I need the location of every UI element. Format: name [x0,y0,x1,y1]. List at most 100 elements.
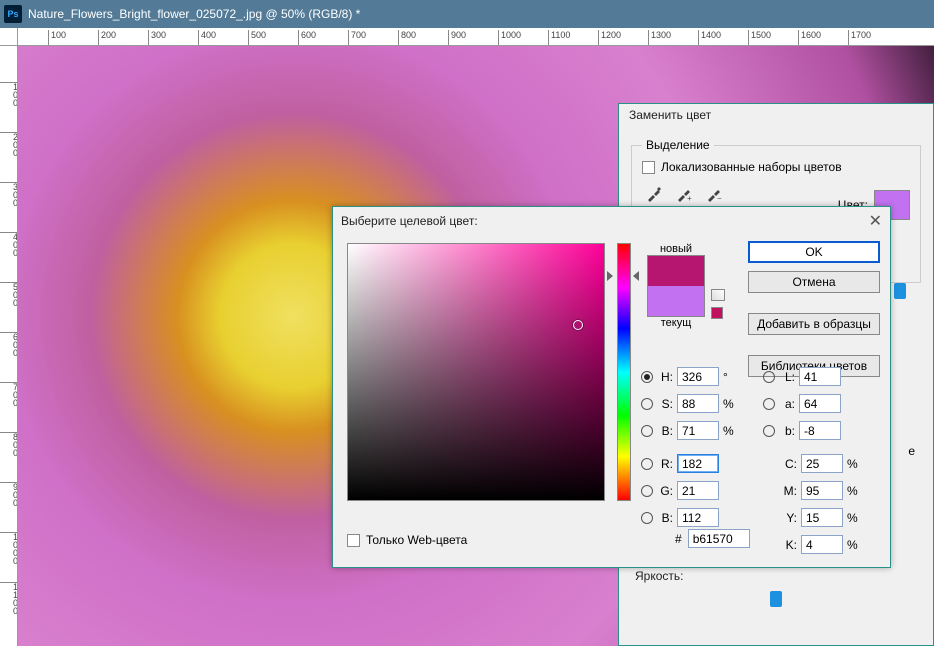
gamut-cube-icon[interactable] [711,289,725,301]
ok-button[interactable]: OK [748,241,880,263]
ruler-tick: 1100 [0,582,18,615]
ruler-tick: 500 [0,282,18,307]
ruler-tick: 700 [0,382,18,407]
input-r[interactable] [677,454,719,473]
hue-arrow-left-icon [607,271,613,281]
brightness-slider-handle[interactable] [770,591,782,607]
radio-b[interactable] [641,425,653,437]
hue-slider[interactable] [617,243,631,501]
close-icon[interactable]: ✕ [869,211,882,231]
ruler-corner [0,28,18,46]
color-fields-right: L: a: b: C:% M:% Y:% K:% [763,363,861,558]
input-h[interactable] [677,367,719,386]
svg-text:+: + [687,194,692,202]
eyedropper-plus-icon[interactable]: + [674,184,694,204]
input-g[interactable] [677,481,719,500]
current-color-swatch [648,286,704,316]
ruler-tick: 100 [0,82,18,107]
gradient-cursor[interactable] [573,320,583,330]
label-a: a: [779,397,795,411]
radio-s[interactable] [641,398,653,410]
unit-c: % [847,457,861,471]
label-r: R: [657,457,673,471]
ruler-tick: 800 [0,432,18,457]
replace-color-title: Заменить цвет [619,104,933,126]
color-preview-swatch [647,255,705,317]
ruler-tick: 1100 [548,30,570,46]
add-to-swatches-button[interactable]: Добавить в образцы [748,313,880,335]
input-b[interactable] [677,421,719,440]
ruler-tick: 1200 [598,30,621,46]
color-gradient-field[interactable] [347,243,605,501]
input-hex[interactable] [688,529,750,548]
color-fields-left: H:° S:% B:% R: G: B: [641,363,737,531]
color-picker-title: Выберите целевой цвет: [341,214,478,228]
input-c[interactable] [801,454,843,473]
localized-checkbox[interactable] [642,161,655,174]
color-picker-dialog[interactable]: Выберите целевой цвет: ✕ новый текущ OK … [332,206,891,568]
web-only-label: Только Web-цвета [366,533,467,547]
radio-g[interactable] [641,485,653,497]
fuzziness-slider-handle[interactable] [894,283,906,299]
ruler-tick: 1400 [698,30,721,46]
input-m[interactable] [801,481,843,500]
ruler-tick: 600 [298,30,316,46]
label-l: L: [779,370,795,384]
input-l[interactable] [799,367,841,386]
label-m: M: [781,484,797,498]
label-g: G: [657,484,673,498]
radio-h[interactable] [641,371,653,383]
radio-bb[interactable] [641,512,653,524]
selection-legend: Выделение [642,138,714,152]
ruler-tick: 1300 [648,30,671,46]
web-only-checkbox[interactable] [347,534,360,547]
ruler-tick: 1600 [798,30,821,46]
ruler-tick: 1700 [848,30,871,46]
label-bb: B: [657,511,673,525]
ruler-tick: 1000 [498,30,521,46]
document-title: Nature_Flowers_Bright_flower_025072_.jpg… [28,7,360,21]
ruler-tick: 900 [448,30,466,46]
ruler-tick: 400 [0,232,18,257]
current-color-label: текущ [645,317,707,329]
unit-m: % [847,484,861,498]
ruler-tick: 200 [0,132,18,157]
input-bb[interactable] [677,508,719,527]
label-s: S: [657,397,673,411]
svg-text:−: − [717,194,722,202]
input-s[interactable] [677,394,719,413]
ruler-tick: 400 [198,30,216,46]
hex-label: # [675,532,682,546]
photoshop-icon: Ps [4,5,22,23]
radio-r[interactable] [641,458,653,470]
new-color-label: новый [645,243,707,255]
radio-b2[interactable] [763,425,775,437]
ruler-tick: 300 [0,182,18,207]
ruler-vertical[interactable]: 10020030040050060070080090010001100 [0,46,18,646]
letter-indicator: e [908,444,915,458]
window-titlebar: Ps Nature_Flowers_Bright_flower_025072_.… [0,0,934,28]
eyedropper-icon[interactable] [644,184,664,204]
input-a[interactable] [799,394,841,413]
brightness-label: Яркость: [635,569,917,583]
eyedropper-minus-icon[interactable]: − [704,184,724,204]
unit-b: % [723,424,737,438]
gamut-swatch-icon[interactable] [711,307,723,319]
label-c: C: [781,457,797,471]
ruler-tick: 1000 [0,532,18,565]
ruler-tick: 1500 [748,30,771,46]
input-y[interactable] [801,508,843,527]
input-k[interactable] [801,535,843,554]
input-b2[interactable] [799,421,841,440]
ruler-tick: 500 [248,30,266,46]
radio-a[interactable] [763,398,775,410]
new-color-swatch [648,256,704,286]
unit-y: % [847,511,861,525]
radio-l[interactable] [763,371,775,383]
ruler-tick: 600 [0,332,18,357]
hue-arrow-right-icon [633,271,639,281]
ruler-horizontal[interactable]: 1002003004005006007008009001000110012001… [18,28,934,46]
label-b: B: [657,424,673,438]
ruler-tick: 700 [348,30,366,46]
cancel-button[interactable]: Отмена [748,271,880,293]
